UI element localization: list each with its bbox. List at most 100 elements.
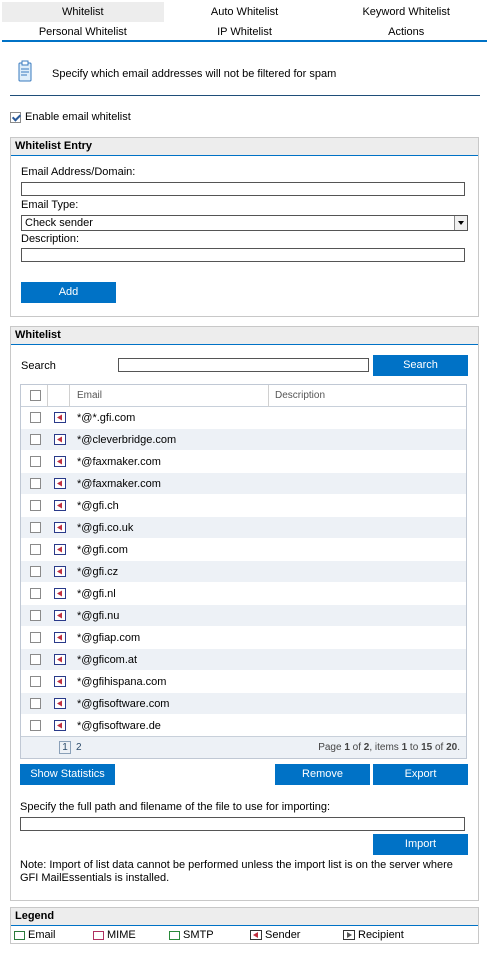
row-checkbox[interactable]: [30, 676, 41, 687]
row-checkbox[interactable]: [30, 566, 41, 577]
row-checkbox[interactable]: [30, 632, 41, 643]
enable-whitelist-label: Enable email whitelist: [25, 111, 131, 123]
table-row[interactable]: *@gfi.com: [21, 539, 466, 561]
table-row[interactable]: *@faxmaker.com: [21, 451, 466, 473]
page-2-link[interactable]: 2: [76, 742, 82, 753]
table-row[interactable]: *@gfi.nu: [21, 605, 466, 627]
column-header-description[interactable]: Description: [275, 390, 325, 401]
row-checkbox[interactable]: [30, 544, 41, 555]
export-button[interactable]: Export: [373, 764, 468, 785]
page-description: Specify which email addresses will not b…: [10, 58, 480, 96]
email-cell: *@gfihispana.com: [77, 676, 167, 688]
row-checkbox[interactable]: [30, 522, 41, 533]
legend-panel: Legend: [10, 907, 479, 944]
description-text: Specify which email addresses will not b…: [52, 68, 337, 80]
email-cell: *@cleverbridge.com: [77, 434, 177, 446]
table-row[interactable]: *@cleverbridge.com: [21, 429, 466, 451]
email-address-input[interactable]: [21, 182, 465, 196]
enable-whitelist-row: Enable email whitelist: [10, 111, 131, 123]
email-type-select[interactable]: Check sender: [21, 215, 468, 231]
row-checkbox[interactable]: [30, 698, 41, 709]
clipboard-icon: [18, 60, 32, 82]
table-row[interactable]: *@*.gfi.com: [21, 407, 466, 429]
sender-icon: [54, 522, 66, 533]
main-tabs: Whitelist Auto Whitelist Keyword Whiteli…: [2, 2, 487, 22]
sender-icon: [250, 930, 262, 940]
email-cell: *@gfiap.com: [77, 632, 141, 644]
email-cell: *@gficom.at: [77, 654, 138, 666]
legend-recipient: Recipient: [343, 929, 404, 941]
row-checkbox[interactable]: [30, 720, 41, 731]
row-checkbox[interactable]: [30, 588, 41, 599]
column-divider: [268, 385, 269, 407]
tab-auto-whitelist[interactable]: Auto Whitelist: [164, 2, 326, 22]
legend-smtp: SMTP: [169, 929, 214, 941]
table-row[interactable]: *@gfi.ch: [21, 495, 466, 517]
panel-title: Whitelist: [11, 327, 478, 345]
email-cell: *@gfisoftware.de: [77, 720, 161, 732]
enable-whitelist-checkbox[interactable]: [10, 111, 21, 123]
tab-actions[interactable]: Actions: [325, 24, 487, 40]
row-checkbox[interactable]: [30, 478, 41, 489]
search-input[interactable]: [118, 358, 369, 372]
add-button[interactable]: Add: [21, 282, 116, 303]
page-1-button[interactable]: 1: [59, 741, 71, 754]
row-checkbox[interactable]: [30, 500, 41, 511]
sender-icon: [54, 610, 66, 621]
table-row[interactable]: *@gfi.co.uk: [21, 517, 466, 539]
chevron-down-icon[interactable]: [454, 216, 467, 230]
table-row[interactable]: *@gfi.nl: [21, 583, 466, 605]
show-statistics-button[interactable]: Show Statistics: [20, 764, 115, 785]
email-cell: *@gfi.co.uk: [77, 522, 134, 534]
table-row[interactable]: *@gfihispana.com: [21, 671, 466, 693]
sender-icon: [54, 412, 66, 423]
table-row[interactable]: *@gfisoftware.de: [21, 715, 466, 737]
sender-icon: [54, 434, 66, 445]
sender-icon: [54, 588, 66, 599]
import-path-label: Specify the full path and filename of th…: [20, 801, 331, 813]
table-row[interactable]: *@gfisoftware.com: [21, 693, 466, 715]
legend-sender: Sender: [250, 929, 300, 941]
search-button[interactable]: Search: [373, 355, 468, 376]
sender-icon: [54, 500, 66, 511]
remove-button[interactable]: Remove: [275, 764, 370, 785]
row-checkbox[interactable]: [30, 654, 41, 665]
import-path-input[interactable]: [20, 817, 465, 831]
import-note: Note: Import of list data cannot be perf…: [20, 859, 453, 884]
email-cell: *@gfi.nu: [77, 610, 120, 622]
import-button[interactable]: Import: [373, 834, 468, 855]
select-all-checkbox[interactable]: [30, 390, 41, 401]
row-checkbox[interactable]: [30, 434, 41, 445]
mime-icon: [93, 930, 104, 940]
tab-ip-whitelist[interactable]: IP Whitelist: [164, 24, 326, 40]
table-pager: 1 2 Page 1 of 2, items 1 to 15 of 20.: [21, 736, 466, 758]
panel-title: Whitelist Entry: [11, 138, 478, 156]
email-address-label: Email Address/Domain:: [21, 166, 136, 178]
row-checkbox[interactable]: [30, 610, 41, 621]
sender-icon: [54, 478, 66, 489]
sender-icon: [54, 698, 66, 709]
table-row[interactable]: *@gfi.cz: [21, 561, 466, 583]
tab-whitelist[interactable]: Whitelist: [2, 2, 164, 22]
email-cell: *@faxmaker.com: [77, 478, 161, 490]
tab-personal-whitelist[interactable]: Personal Whitelist: [2, 24, 164, 40]
search-label: Search: [21, 360, 56, 372]
sender-icon: [54, 632, 66, 643]
description-label: Description:: [21, 233, 80, 245]
email-cell: *@gfi.com: [77, 544, 128, 556]
sub-tabs: Personal Whitelist IP Whitelist Actions: [2, 24, 487, 42]
row-checkbox[interactable]: [30, 456, 41, 467]
sender-icon: [54, 456, 66, 467]
table-row[interactable]: *@faxmaker.com: [21, 473, 466, 495]
row-checkbox[interactable]: [30, 412, 41, 423]
page-info: Page 1 of 2, items 1 to 15 of 20.: [318, 742, 460, 753]
table-row[interactable]: *@gfiap.com: [21, 627, 466, 649]
description-input[interactable]: [21, 248, 465, 262]
email-type-value: Check sender: [25, 217, 93, 229]
column-header-email[interactable]: Email: [77, 390, 102, 401]
sender-icon: [54, 676, 66, 687]
table-row[interactable]: *@gficom.at: [21, 649, 466, 671]
smtp-icon: [169, 930, 180, 940]
table-body: *@*.gfi.com *@cleverbridge.com *@faxmaker.…: [21, 407, 466, 737]
tab-keyword-whitelist[interactable]: Keyword Whitelist: [325, 2, 487, 22]
